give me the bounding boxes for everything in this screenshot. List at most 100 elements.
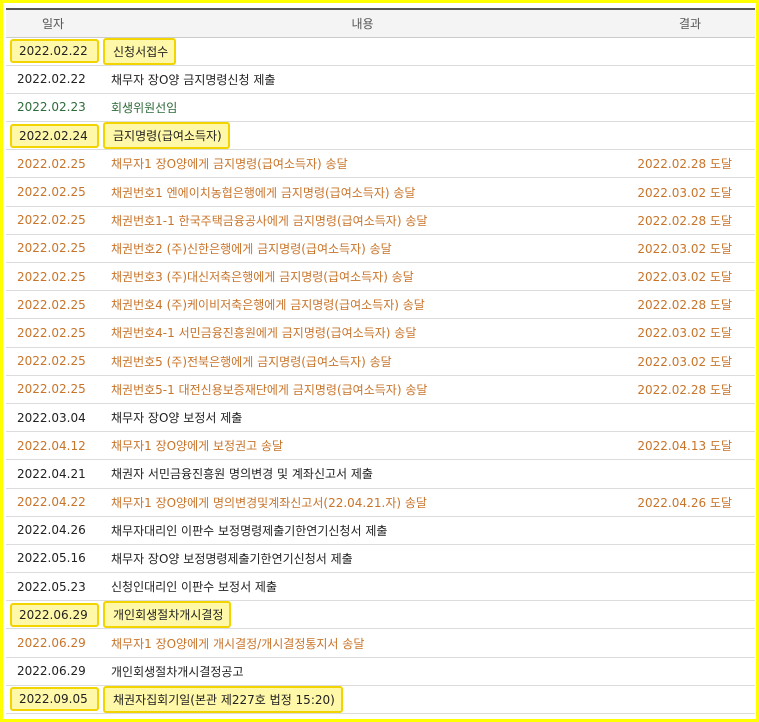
table-row: 2022.02.23 회생위원선임 (6, 93, 755, 123)
table-frame: 일자 내용 결과 2022.02.22 신청서접수 2022.02.22 채무자… (0, 0, 759, 722)
row-date: 2022.02.25 (6, 262, 100, 292)
row-content: 채무자1 장O양에게 명의변경및계좌신고서(22.04.21.자) 송달 (100, 488, 625, 517)
table-row: 2022.06.29 개인회생절차개시결정 (6, 600, 755, 630)
row-content: 채권번호4 (주)케이비저축은행에게 금지명령(급여소득자) 송달 (100, 290, 625, 320)
table-row: 2022.09.05 채권자집회기일(본관 제227호 법정 15:20) (6, 685, 755, 715)
row-content: 신청인대리인 이판수 보정서 제출 (100, 572, 625, 602)
row-content: 채무자 장O양 보정서 제출 (100, 403, 625, 433)
row-date: 2022.05.16 (6, 544, 100, 574)
table-row: 2022.02.25 채권번호2 (주)신한은행에게 금지명령(급여소득자) 송… (6, 234, 755, 264)
row-date: 2022.05.23 (6, 572, 100, 602)
row-content: 채무자 장O양 보정명령제출기한연기신청서 제출 (100, 544, 625, 574)
row-date: 2022.02.25 (6, 234, 100, 264)
row-date: 2022.04.21 (6, 459, 100, 489)
row-date-cell: 2022.02.24 (6, 121, 100, 151)
row-date: 2022.02.25 (6, 149, 100, 179)
row-date: 2022.02.23 (6, 93, 100, 123)
row-result: 2022.02.28 도달 (625, 375, 755, 404)
row-content-cell: 신청서접수 (100, 37, 625, 66)
row-result: 2022.03.02 도달 (625, 177, 755, 207)
table-row: 2022.02.25 채권번호1-1 한국주택금융공사에게 금지명령(급여소득자… (6, 206, 755, 235)
row-content: 채무자1 장O양에게 보정권고 송달 (100, 431, 625, 461)
row-date-cell: 2022.02.22 (6, 37, 100, 66)
row-content-highlighted: 신청서접수 (103, 37, 177, 65)
row-date: 2022.02.25 (6, 318, 100, 348)
row-date: 2022.02.25 (6, 177, 100, 207)
table-row: 2022.02.25 채권번호4-1 서민금융진흥원에게 금지명령(급여소득자)… (6, 318, 755, 348)
case-history-table: 일자 내용 결과 2022.02.22 신청서접수 2022.02.22 채무자… (6, 8, 755, 715)
header-date: 일자 (6, 8, 100, 38)
row-date: 2022.06.29 (6, 657, 100, 686)
row-date: 2022.02.25 (6, 290, 100, 320)
row-date-cell: 2022.06.29 (6, 600, 100, 630)
row-date: 2022.02.25 (6, 206, 100, 235)
row-date-cell: 2022.09.05 (6, 685, 100, 715)
row-content: 채권번호3 (주)대신저축은행에게 금지명령(급여소득자) 송달 (100, 262, 625, 292)
row-date: 2022.04.22 (6, 488, 100, 517)
table-row: 2022.02.25 채권번호4 (주)케이비저축은행에게 금지명령(급여소득자… (6, 290, 755, 320)
row-result: 2022.02.28 도달 (625, 149, 755, 179)
row-date: 2022.06.29 (6, 628, 100, 658)
row-date: 2022.02.25 (6, 347, 100, 376)
header-content: 내용 (100, 8, 625, 38)
row-content-highlighted: 채권자집회기일(본관 제227호 법정 15:20) (103, 685, 343, 713)
row-result: 2022.03.02 도달 (625, 347, 755, 376)
row-content-highlighted: 금지명령(급여소득자) (103, 122, 230, 149)
header-result: 결과 (625, 8, 755, 38)
row-date: 2022.03.04 (6, 403, 100, 433)
table-row: 2022.04.21 채권자 서민금융진흥원 명의변경 및 계좌신고서 제출 (6, 459, 755, 489)
table-row: 2022.02.22 신청서접수 (6, 37, 755, 66)
row-result (625, 657, 755, 686)
row-content-highlighted: 개인회생절차개시결정 (103, 601, 232, 628)
row-date-highlighted: 2022.06.29 (10, 602, 99, 627)
row-result (625, 628, 755, 658)
row-date: 2022.04.12 (6, 431, 100, 461)
table-row: 2022.04.26 채무자대리인 이판수 보정명령제출기한연기신청서 제출 (6, 516, 755, 545)
row-result (625, 65, 755, 94)
row-date-highlighted: 2022.02.24 (10, 123, 99, 148)
table-row: 2022.05.16 채무자 장O양 보정명령제출기한연기신청서 제출 (6, 544, 755, 574)
table-row: 2022.02.25 채권번호3 (주)대신저축은행에게 금지명령(급여소득자)… (6, 262, 755, 292)
row-result (625, 685, 755, 715)
row-result (625, 121, 755, 151)
row-result: 2022.02.28 도달 (625, 290, 755, 320)
row-content-cell: 채권자집회기일(본관 제227호 법정 15:20) (100, 685, 625, 715)
row-content: 채무자 장O양 금지명령신청 제출 (100, 65, 625, 94)
row-result (625, 459, 755, 489)
row-result (625, 600, 755, 630)
row-content: 채권번호1 엔에이치농협은행에게 금지명령(급여소득자) 송달 (100, 177, 625, 207)
row-content: 채권번호5 (주)전북은행에게 금지명령(급여소득자) 송달 (100, 347, 625, 376)
row-content-cell: 개인회생절차개시결정 (100, 600, 625, 630)
row-content: 채권번호1-1 한국주택금융공사에게 금지명령(급여소득자) 송달 (100, 206, 625, 235)
table-row: 2022.02.25 채권번호5 (주)전북은행에게 금지명령(급여소득자) 송… (6, 347, 755, 376)
table-row: 2022.04.22 채무자1 장O양에게 명의변경및계좌신고서(22.04.2… (6, 488, 755, 517)
table-row: 2022.06.29 개인회생절차개시결정공고 (6, 657, 755, 686)
row-content-cell: 금지명령(급여소득자) (100, 121, 625, 151)
row-result (625, 516, 755, 545)
row-content: 회생위원선임 (100, 93, 625, 123)
row-result: 2022.02.28 도달 (625, 206, 755, 235)
row-result (625, 572, 755, 602)
row-result (625, 403, 755, 433)
row-date: 2022.04.26 (6, 516, 100, 545)
row-content: 채무자대리인 이판수 보정명령제출기한연기신청서 제출 (100, 516, 625, 545)
row-result (625, 37, 755, 66)
row-date-highlighted: 2022.09.05 (10, 687, 99, 712)
row-date: 2022.02.22 (6, 65, 100, 94)
table-row: 2022.02.25 채권번호1 엔에이치농협은행에게 금지명령(급여소득자) … (6, 177, 755, 207)
row-content: 채권번호5-1 대전신용보증재단에게 금지명령(급여소득자) 송달 (100, 375, 625, 404)
table-row: 2022.04.12 채무자1 장O양에게 보정권고 송달 2022.04.13… (6, 431, 755, 461)
row-content: 채권번호2 (주)신한은행에게 금지명령(급여소득자) 송달 (100, 234, 625, 264)
table-header-row: 일자 내용 결과 (6, 8, 755, 38)
table-row: 2022.02.25 채무자1 장O양에게 금지명령(급여소득자) 송달 202… (6, 149, 755, 179)
table-row: 2022.02.22 채무자 장O양 금지명령신청 제출 (6, 65, 755, 94)
row-content: 채무자1 장O양에게 금지명령(급여소득자) 송달 (100, 149, 625, 179)
row-result: 2022.03.02 도달 (625, 262, 755, 292)
row-date-highlighted: 2022.02.22 (10, 39, 99, 64)
row-result: 2022.03.02 도달 (625, 234, 755, 264)
table-row: 2022.02.24 금지명령(급여소득자) (6, 121, 755, 151)
table-row: 2022.05.23 신청인대리인 이판수 보정서 제출 (6, 572, 755, 602)
row-content: 개인회생절차개시결정공고 (100, 657, 625, 686)
row-content: 채무자1 장O양에게 개시결정/개시결정통지서 송달 (100, 628, 625, 658)
row-result (625, 93, 755, 123)
